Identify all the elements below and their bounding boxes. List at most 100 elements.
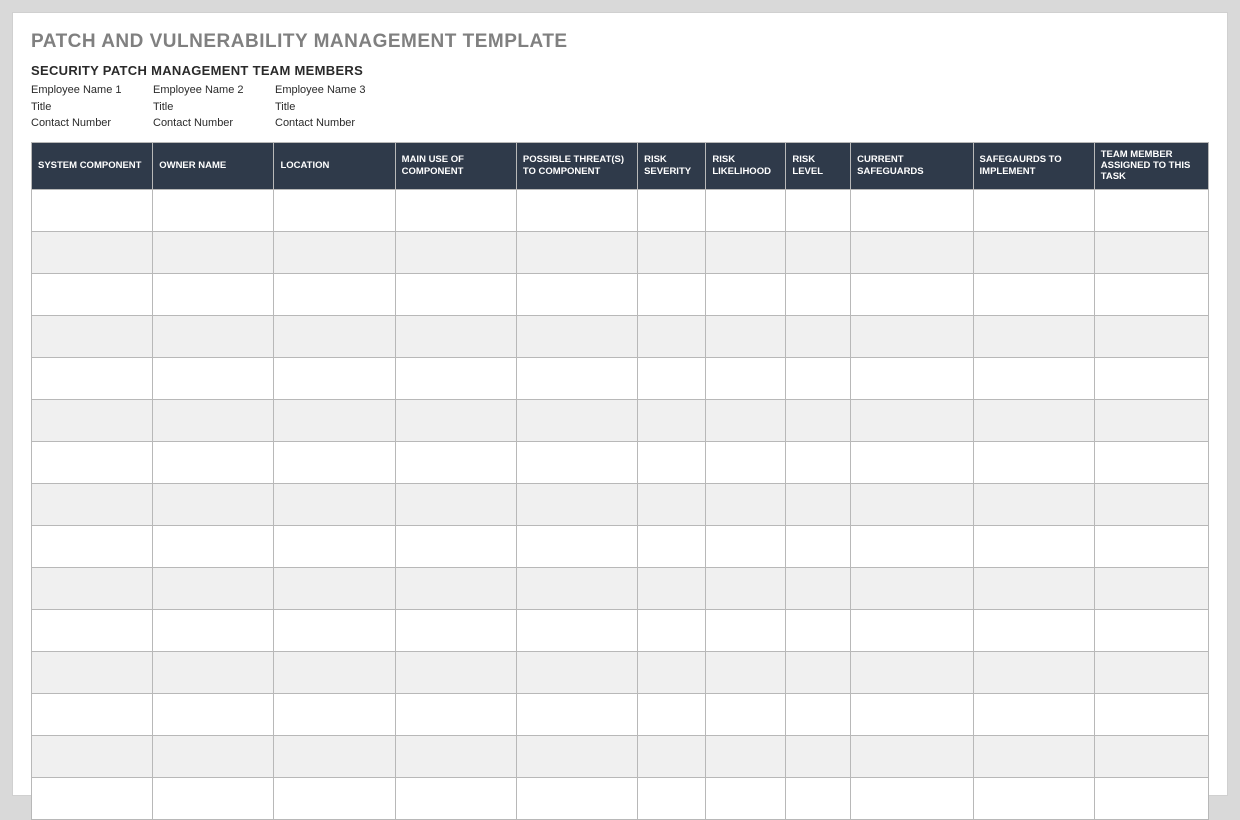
table-cell[interactable] xyxy=(274,399,395,441)
table-cell[interactable] xyxy=(851,525,973,567)
table-cell[interactable] xyxy=(32,399,153,441)
table-cell[interactable] xyxy=(516,693,637,735)
table-cell[interactable] xyxy=(32,273,153,315)
table-cell[interactable] xyxy=(851,231,973,273)
table-cell[interactable] xyxy=(395,651,516,693)
table-cell[interactable] xyxy=(1094,693,1208,735)
table-cell[interactable] xyxy=(851,777,973,819)
table-cell[interactable] xyxy=(32,525,153,567)
table-cell[interactable] xyxy=(851,693,973,735)
table-cell[interactable] xyxy=(516,651,637,693)
table-cell[interactable] xyxy=(32,567,153,609)
table-cell[interactable] xyxy=(274,273,395,315)
table-cell[interactable] xyxy=(973,399,1094,441)
table-cell[interactable] xyxy=(851,609,973,651)
table-cell[interactable] xyxy=(706,357,786,399)
table-cell[interactable] xyxy=(1094,399,1208,441)
table-cell[interactable] xyxy=(516,441,637,483)
table-cell[interactable] xyxy=(973,567,1094,609)
table-cell[interactable] xyxy=(786,441,851,483)
table-cell[interactable] xyxy=(153,441,274,483)
table-cell[interactable] xyxy=(395,441,516,483)
table-cell[interactable] xyxy=(274,189,395,231)
table-cell[interactable] xyxy=(851,735,973,777)
table-cell[interactable] xyxy=(395,525,516,567)
table-cell[interactable] xyxy=(638,735,706,777)
table-cell[interactable] xyxy=(395,693,516,735)
table-cell[interactable] xyxy=(1094,777,1208,819)
table-cell[interactable] xyxy=(638,273,706,315)
table-cell[interactable] xyxy=(395,609,516,651)
table-cell[interactable] xyxy=(153,777,274,819)
table-cell[interactable] xyxy=(153,357,274,399)
table-cell[interactable] xyxy=(973,525,1094,567)
table-cell[interactable] xyxy=(516,483,637,525)
table-cell[interactable] xyxy=(786,609,851,651)
table-cell[interactable] xyxy=(706,735,786,777)
table-cell[interactable] xyxy=(706,777,786,819)
table-cell[interactable] xyxy=(638,189,706,231)
table-cell[interactable] xyxy=(274,777,395,819)
table-cell[interactable] xyxy=(32,735,153,777)
table-cell[interactable] xyxy=(638,231,706,273)
table-cell[interactable] xyxy=(786,273,851,315)
table-cell[interactable] xyxy=(851,651,973,693)
table-cell[interactable] xyxy=(638,357,706,399)
table-cell[interactable] xyxy=(973,609,1094,651)
table-cell[interactable] xyxy=(1094,231,1208,273)
table-cell[interactable] xyxy=(638,651,706,693)
table-cell[interactable] xyxy=(706,609,786,651)
table-cell[interactable] xyxy=(32,357,153,399)
table-cell[interactable] xyxy=(1094,651,1208,693)
table-cell[interactable] xyxy=(638,777,706,819)
table-cell[interactable] xyxy=(274,735,395,777)
table-cell[interactable] xyxy=(395,483,516,525)
table-cell[interactable] xyxy=(638,609,706,651)
table-cell[interactable] xyxy=(973,735,1094,777)
table-cell[interactable] xyxy=(973,315,1094,357)
table-cell[interactable] xyxy=(851,273,973,315)
table-cell[interactable] xyxy=(32,777,153,819)
table-cell[interactable] xyxy=(973,231,1094,273)
table-cell[interactable] xyxy=(706,273,786,315)
table-cell[interactable] xyxy=(638,693,706,735)
table-cell[interactable] xyxy=(851,399,973,441)
table-cell[interactable] xyxy=(395,735,516,777)
table-cell[interactable] xyxy=(395,567,516,609)
table-cell[interactable] xyxy=(638,567,706,609)
table-cell[interactable] xyxy=(1094,483,1208,525)
table-cell[interactable] xyxy=(706,189,786,231)
table-cell[interactable] xyxy=(1094,441,1208,483)
table-cell[interactable] xyxy=(706,651,786,693)
table-cell[interactable] xyxy=(1094,609,1208,651)
table-cell[interactable] xyxy=(274,315,395,357)
table-cell[interactable] xyxy=(274,357,395,399)
table-cell[interactable] xyxy=(973,693,1094,735)
table-cell[interactable] xyxy=(32,441,153,483)
table-cell[interactable] xyxy=(706,399,786,441)
table-cell[interactable] xyxy=(706,441,786,483)
table-cell[interactable] xyxy=(786,231,851,273)
table-cell[interactable] xyxy=(153,189,274,231)
table-cell[interactable] xyxy=(516,525,637,567)
table-cell[interactable] xyxy=(786,693,851,735)
table-cell[interactable] xyxy=(153,483,274,525)
table-cell[interactable] xyxy=(1094,567,1208,609)
table-cell[interactable] xyxy=(32,693,153,735)
table-cell[interactable] xyxy=(153,609,274,651)
table-cell[interactable] xyxy=(516,231,637,273)
table-cell[interactable] xyxy=(851,315,973,357)
table-cell[interactable] xyxy=(395,273,516,315)
table-cell[interactable] xyxy=(786,567,851,609)
table-cell[interactable] xyxy=(516,735,637,777)
table-cell[interactable] xyxy=(973,273,1094,315)
table-cell[interactable] xyxy=(851,357,973,399)
table-cell[interactable] xyxy=(516,777,637,819)
table-cell[interactable] xyxy=(274,231,395,273)
table-cell[interactable] xyxy=(274,609,395,651)
table-cell[interactable] xyxy=(153,735,274,777)
table-cell[interactable] xyxy=(274,525,395,567)
table-cell[interactable] xyxy=(1094,273,1208,315)
table-cell[interactable] xyxy=(516,567,637,609)
table-cell[interactable] xyxy=(32,609,153,651)
